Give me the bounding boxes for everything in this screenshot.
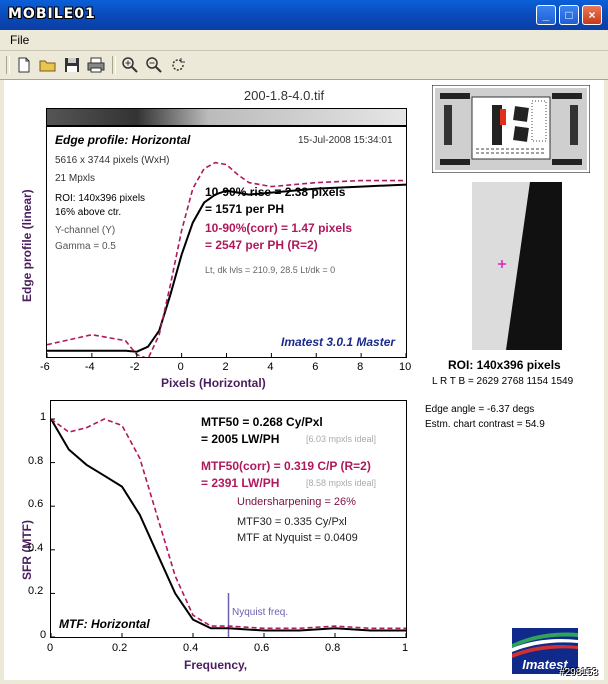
- mtf-axes[interactable]: MTF50 = 0.268 Cy/Pxl = 2005 LW/PH [6.03 …: [50, 400, 407, 638]
- edge-angle-info: Edge angle = -6.37 degs: [425, 404, 535, 415]
- mobile01-logo: MOBILE01: [8, 6, 96, 22]
- roi-size-label: ROI: 140x396 pixels: [448, 358, 561, 372]
- print-icon[interactable]: [86, 55, 106, 75]
- image-size-info: 5616 x 3744 pixels (WxH): [55, 155, 170, 166]
- toolbar-separator: [112, 56, 116, 74]
- gamma-info: Gamma = 0.5: [55, 241, 116, 252]
- edge-x-axis-label: Pixels (Horizontal): [161, 376, 266, 390]
- channel-info: Y-channel (Y): [55, 225, 116, 236]
- mtf50-corrected-result: MTF50(corr) = 0.319 C/P (R=2): [201, 459, 371, 473]
- edge-x-tick: 4: [267, 361, 274, 373]
- mtf-y-tick: 1: [40, 411, 47, 423]
- corrected-rise-result: 10-90%(corr) = 1.47 pixels: [205, 221, 353, 235]
- figure-canvas: 200-1.8-4.0.tif Edge profile: Horizontal…: [4, 80, 604, 680]
- edge-plot-header: Edge profile: Horizontal: [55, 133, 191, 147]
- edge-profile-axes[interactable]: Edge profile: Horizontal 15-Jul-2008 15:…: [46, 126, 407, 358]
- edge-y-axis-label: Edge profile (linear): [20, 189, 34, 302]
- mtf30-result: MTF30 = 0.335 Cy/Pxl: [237, 516, 347, 528]
- megapixels-info: 21 Mpxls: [55, 173, 96, 184]
- edge-x-tick: 6: [312, 361, 319, 373]
- rotate-icon[interactable]: [168, 55, 188, 75]
- mtf-y-tick: 0.2: [28, 585, 44, 598]
- mtf-x-tick: 0: [47, 642, 54, 654]
- mtf-x-tick: 0.2: [112, 642, 128, 654]
- roi-crop-image[interactable]: [472, 182, 562, 350]
- roi-position-info: 16% above ctr.: [55, 207, 122, 218]
- gradient-strip: [46, 108, 407, 126]
- test-chart-thumbnail[interactable]: [432, 85, 590, 173]
- chart-contrast-info: Estm. chart contrast = 54.9: [425, 419, 545, 430]
- watermark: #298153: [559, 667, 598, 678]
- mtf-x-tick: 0.8: [325, 642, 341, 654]
- rise-result: 10-90% rise = 2.38 pixels: [205, 185, 346, 199]
- ideal-mpxls-1: [6.03 mpxls ideal]: [306, 434, 377, 444]
- mtf-y-tick: 0.8: [28, 454, 44, 467]
- edge-x-tick: -6: [40, 361, 50, 373]
- nyquist-label: Nyquist freq.: [232, 607, 289, 618]
- mtf-y-tick: 0.6: [28, 498, 44, 511]
- imatest-version: Imatest 3.0.1 Master: [281, 335, 396, 349]
- window-titlebar: MOBILE01 _ □ ×: [0, 0, 608, 30]
- edge-x-tick: -4: [84, 361, 95, 373]
- open-folder-icon[interactable]: [38, 55, 58, 75]
- zoom-out-icon[interactable]: [144, 55, 164, 75]
- mtf-x-tick: 1: [402, 642, 409, 654]
- save-disk-icon[interactable]: [62, 55, 82, 75]
- edge-plot-date: 15-Jul-2008 15:34:01: [298, 135, 393, 146]
- menu-file[interactable]: File: [10, 33, 29, 47]
- maximize-button[interactable]: □: [559, 5, 579, 25]
- mtf50-corrected-lwph: = 2391 LW/PH: [201, 476, 280, 490]
- corrected-rise-per-ph: = 2547 per PH (R=2): [205, 238, 318, 252]
- mtf-nyquist-result: MTF at Nyquist = 0.0409: [237, 532, 358, 544]
- mtf-y-tick: 0.4: [28, 541, 44, 554]
- edge-x-tick: 10: [399, 361, 412, 373]
- roi-coordinates: L R T B = 2629 2768 1154 1549: [432, 376, 574, 387]
- mtf-plot-header: MTF: Horizontal: [59, 617, 150, 631]
- ideal-mpxls-2: [8.58 mpxls ideal]: [306, 478, 377, 488]
- mtf-x-axis-label: Frequency,: [184, 658, 248, 672]
- toolbar: [0, 51, 608, 80]
- close-button[interactable]: ×: [582, 5, 602, 25]
- undersharpening-result: Undersharpening = 26%: [237, 496, 356, 508]
- levels-info: Lt, dk lvls = 210.9, 28.5 Lt/dk = 0: [205, 265, 336, 275]
- mtf-y-tick: 0: [40, 629, 47, 641]
- minimize-button[interactable]: _: [536, 5, 556, 25]
- edge-x-tick: -2: [129, 361, 140, 373]
- edge-x-tick: 0: [177, 361, 184, 373]
- mtf-x-tick: 0.4: [183, 642, 199, 654]
- rise-per-ph: = 1571 per PH: [205, 202, 285, 216]
- mtf50-result: MTF50 = 0.268 Cy/Pxl: [201, 415, 323, 429]
- new-file-icon[interactable]: [14, 55, 34, 75]
- roi-info: ROI: 140x396 pixels: [55, 193, 146, 204]
- edge-x-tick: 8: [357, 361, 364, 373]
- mtf50-lwph: = 2005 LW/PH: [201, 432, 280, 446]
- edge-x-tick: 2: [222, 361, 229, 373]
- menu-bar: File: [0, 30, 608, 51]
- toolbar-grip: [6, 56, 10, 74]
- mtf-x-tick: 0.6: [254, 642, 270, 654]
- zoom-in-icon[interactable]: [120, 55, 140, 75]
